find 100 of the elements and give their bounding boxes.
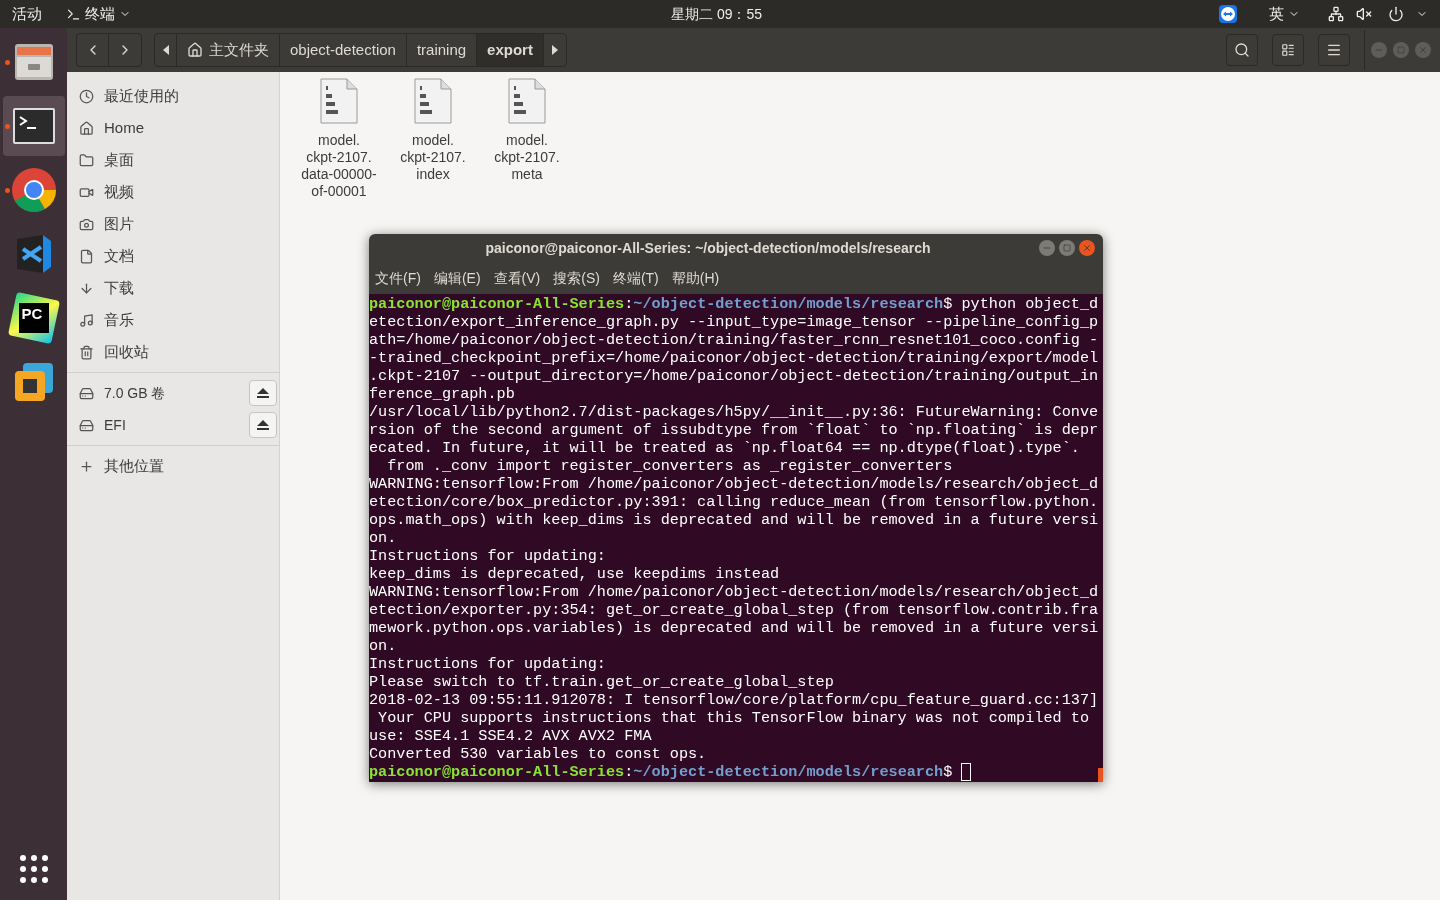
- search-button[interactable]: [1226, 34, 1258, 66]
- music-icon: [79, 312, 94, 328]
- app-menu[interactable]: 终端: [85, 2, 115, 26]
- add-icon: [79, 458, 94, 474]
- menu-item[interactable]: 编辑(E): [433, 267, 481, 289]
- menu-item[interactable]: 搜索(S): [553, 267, 600, 289]
- output-line: /usr/local/lib/python2.7/dist-packages/h5py/__init__.py:36: FutureWarning: Conve: [369, 403, 1100, 421]
- sidebar-item[interactable]: 7.0 GB 卷: [104, 382, 239, 404]
- output-line: -trained_checkpoint_prefix=/home/paiconor/object-detection/training/export/model: [369, 349, 1100, 367]
- output-line: ath=/home/paiconor/object-detection/training/faster_rcnn_resnet101_coco.config -: [369, 331, 1100, 349]
- binary-file-icon: [414, 78, 452, 124]
- recent-icon: [79, 88, 94, 104]
- remote-desktop-icon[interactable]: [1219, 5, 1237, 23]
- menu-item[interactable]: 文件(F): [375, 267, 421, 289]
- window-title: paiconor@paiconor-All-Series: ~/object-detection/models/research: [484, 238, 932, 258]
- output-line: Your CPU supports instructions that this TensorFlow binary was not compiled to: [377, 709, 1090, 727]
- output-line: use: SSE4.1 SSE4.2 AVX AVX2 FMA: [369, 727, 653, 745]
- sidebar-item[interactable]: 图片: [67, 208, 279, 240]
- maximize-icon: [1397, 46, 1405, 54]
- output-line: .ckpt-2107 --output_directory=/home/paiconor/object-detection/training/output_in: [369, 367, 1100, 385]
- list-view-icon: [1281, 43, 1295, 57]
- output-line: ecated. In future, it will be treated as `np.float64 == np.dtype(float).type`.: [369, 439, 1081, 457]
- app-grid-icon[interactable]: [18, 854, 49, 884]
- binary-file-icon: [320, 78, 358, 124]
- power-icon[interactable]: [1388, 6, 1404, 22]
- sidebar-item[interactable]: 视频: [67, 176, 279, 208]
- search-icon: [1234, 42, 1250, 58]
- browser-icon: [10, 167, 57, 213]
- input-method[interactable]: 英: [1269, 2, 1284, 26]
- path-segment[interactable]: export: [477, 34, 544, 66]
- output-line: etection/exporter.py:354: get_or_create_global_step (from tensorflow.contrib.fra: [369, 601, 1100, 619]
- eject-icon: [257, 388, 269, 398]
- home-icon: [187, 42, 203, 58]
- output-line: Instructions for updating:: [369, 547, 607, 565]
- activities-button[interactable]: 活动: [12, 2, 42, 26]
- trash-icon: [79, 344, 94, 360]
- dock-item[interactable]: [2, 96, 65, 156]
- sidebar-item[interactable]: 其他位置: [67, 450, 279, 482]
- output-line: Please switch to tf.train.get_or_create_global_step: [369, 673, 835, 691]
- eject-icon: [257, 420, 269, 430]
- sidebar-item[interactable]: 下载: [67, 272, 279, 304]
- menu-item[interactable]: 终端(T): [612, 267, 659, 289]
- output-line: Instructions for updating:: [369, 655, 607, 673]
- left-triangle-icon: [162, 45, 169, 55]
- output-line: etection/export_inference_graph.py --input_type=image_tensor --pipeline_config_p: [369, 313, 1100, 331]
- output-line: ops.math_ops) with keep_dims is deprecated and will be removed in a future versi: [369, 511, 1100, 529]
- volume-muted-icon[interactable]: [1356, 6, 1372, 22]
- view-toggle-button[interactable]: [1272, 34, 1304, 66]
- output-line: etection/core/box_predictor.py:391: calling reduce_mean (from tensorflow.python.: [369, 493, 1100, 511]
- binary-file-icon: [508, 78, 546, 124]
- minimize-button[interactable]: [1039, 240, 1055, 256]
- pictures-icon: [79, 216, 94, 232]
- file-name[interactable]: model. ckpt-2107. index: [400, 132, 466, 183]
- menu-item[interactable]: 帮助(H): [671, 267, 720, 289]
- sidebar-item[interactable]: 音乐: [67, 304, 279, 336]
- close-button[interactable]: [1079, 240, 1095, 256]
- file-name[interactable]: model. ckpt-2107. data-00000- of-00001: [301, 132, 377, 200]
- output-line: keep_dims is deprecated, use keepdims instead: [369, 565, 781, 583]
- output-line: 2018-02-13 09:55:11.912078: I tensorflow/core/platform/cpu_feature_guard.cc:137]: [369, 691, 1100, 709]
- close-icon: [1418, 45, 1428, 55]
- output-line: on.: [369, 529, 398, 547]
- eject-button[interactable]: [249, 380, 277, 406]
- prompt-line: paiconor@paiconor-All-Series:~/object-detection/models/research$ python object_d: [369, 295, 1100, 313]
- terminal-icon: [66, 6, 81, 22]
- sidebar-item[interactable]: EFI: [104, 414, 239, 436]
- output-line: on.: [369, 637, 398, 655]
- sidebar-item[interactable]: 最近使用的: [67, 80, 279, 112]
- scroll-marker: [1098, 768, 1103, 782]
- drive-icon: [79, 385, 94, 401]
- path-segment[interactable]: object-detection: [280, 34, 407, 66]
- downloads-icon: [79, 280, 94, 296]
- desktop-icon: [79, 152, 94, 168]
- dock-item[interactable]: PC: [2, 288, 65, 348]
- documents-icon: [79, 248, 94, 264]
- eject-button[interactable]: [249, 412, 277, 438]
- output-line: ference_graph.pb: [369, 385, 516, 403]
- output-line: WARNING:tensorflow:From /home/paiconor/object-detection/models/research/object_d: [369, 475, 1100, 493]
- menu-icon: [1326, 42, 1342, 58]
- output-line: rsion of the second argument of issubdtype from `float` to `np.floating` is depr: [369, 421, 1100, 439]
- menu-item[interactable]: 查看(V): [493, 267, 541, 289]
- path-segment[interactable]: 主文件夹: [177, 34, 280, 66]
- sidebar-item[interactable]: 桌面: [67, 144, 279, 176]
- network-icon[interactable]: [1328, 6, 1344, 22]
- sidebar-item[interactable]: Home: [67, 112, 279, 144]
- close-icon: [1082, 243, 1092, 253]
- right-triangle-icon: [551, 45, 558, 55]
- file-name[interactable]: model. ckpt-2107. meta: [494, 132, 560, 183]
- output-line: from ._conv import register_converters as _register_converters: [386, 457, 954, 475]
- maximize-icon: [1063, 244, 1071, 252]
- drive-icon: [79, 417, 94, 433]
- sidebar-item[interactable]: 文档: [67, 240, 279, 272]
- maximize-button[interactable]: [1059, 240, 1075, 256]
- output-line: WARNING:tensorflow:From /home/paiconor/object-detection/models/research/object_d: [369, 583, 1100, 601]
- output-line: mework.python.ops.variables) is deprecated and will be removed in a future versi: [369, 619, 1100, 637]
- clock[interactable]: 星期二 09：55: [671, 3, 763, 25]
- sidebar-item[interactable]: 回收站: [67, 336, 279, 368]
- virtual-machine-icon: [12, 361, 55, 403]
- menu-button[interactable]: [1318, 34, 1350, 66]
- output-line: Converted 530 variables to const ops.: [369, 745, 708, 763]
- home-icon: [79, 120, 94, 136]
